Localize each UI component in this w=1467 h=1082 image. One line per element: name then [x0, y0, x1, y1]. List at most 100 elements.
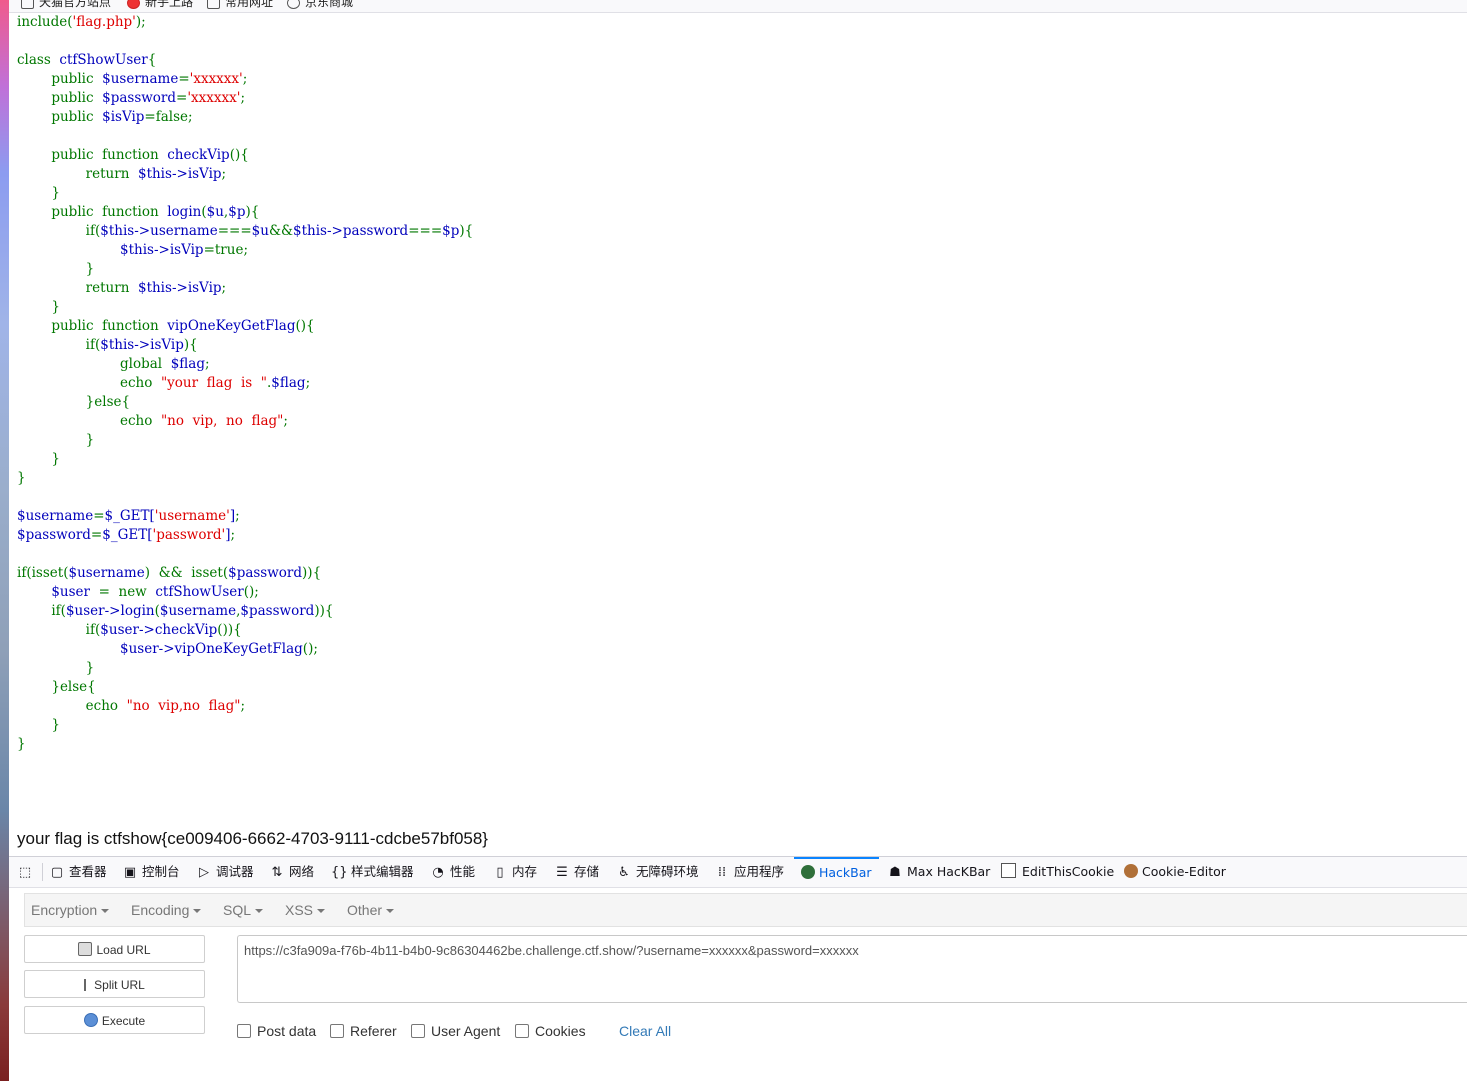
caret-down-icon: [255, 909, 264, 914]
referer-checkbox[interactable]: [330, 1024, 344, 1038]
globe-icon: [287, 0, 300, 9]
menu-sql[interactable]: SQL: [223, 894, 264, 926]
code-line: include('flag.php');: [17, 14, 146, 30]
url-input[interactable]: https://c3fa909a-f76b-4b11-b4b0-9c863044…: [237, 935, 1467, 1003]
storage-icon: ☰: [556, 865, 568, 880]
code-line: }: [51, 717, 60, 733]
code-line: if($user->login($username,$password)){: [51, 603, 334, 619]
tab-console[interactable]: ▣ 控制台: [122, 857, 180, 887]
desktop-background-strip: [0, 0, 9, 1081]
code-line: public function vipOneKeyGetFlag(){: [51, 318, 315, 334]
code-line: echo "your flag is ".$flag;: [120, 375, 311, 391]
code-line: $this->isVip=true;: [17, 242, 248, 258]
execute-button[interactable]: Execute: [24, 1006, 205, 1034]
load-url-icon: [78, 942, 93, 956]
accessibility-icon: ♿: [618, 865, 630, 880]
max-hackbar-icon: ☗: [889, 865, 901, 880]
bookmarks-bar: 天猫官方站点 新手上路 常用网址 京东商城: [9, 0, 1467, 13]
option-user-agent[interactable]: User Agent: [411, 1023, 500, 1039]
option-post-data[interactable]: Post data: [237, 1023, 316, 1039]
picker-icon: ⬚: [18, 865, 32, 880]
folder-icon: [207, 0, 220, 9]
code-line: public $password='xxxxxx';: [51, 90, 246, 106]
option-cookies[interactable]: Cookies: [515, 1023, 586, 1039]
code-line: }: [85, 261, 95, 277]
code-line: echo "no vip, no flag";: [120, 413, 288, 429]
caret-down-icon: [317, 909, 326, 914]
memory-icon: ▯: [496, 865, 504, 880]
tab-max-hackbar[interactable]: ☗ Max HacKBar: [887, 857, 990, 887]
bookmark-item[interactable]: 常用网址: [207, 0, 273, 10]
devtools-panel: ⬚ ▢ 查看器 ▣ 控制台 ▷ 调试器 ⇅ 网络 {} 样式编辑器 ◔ 性能 ▯ 内存 ☰ 存储…: [9, 856, 1467, 1082]
tab-storage[interactable]: ☰ 存储: [554, 857, 599, 887]
code-line: return $this->isVip;: [85, 166, 227, 182]
console-icon: ▣: [123, 865, 137, 880]
cookie-icon: [1124, 864, 1138, 878]
performance-icon: ◔: [432, 865, 444, 880]
hackbar-icon: [801, 865, 815, 879]
folder-icon: [21, 0, 34, 9]
code-line: }: [51, 185, 60, 201]
tab-performance[interactable]: ◔ 性能: [430, 857, 475, 887]
user-agent-checkbox[interactable]: [411, 1024, 425, 1038]
code-line: global $flag;: [120, 356, 210, 372]
cookies-checkbox[interactable]: [515, 1024, 529, 1038]
php-source-code: include('flag.php'); class ctfShowUser{ …: [17, 13, 473, 754]
code-line: }: [17, 736, 26, 752]
post-data-checkbox[interactable]: [237, 1024, 251, 1038]
code-line: class ctfShowUser{: [17, 52, 157, 68]
code-line: $user = new ctfShowUser();: [17, 584, 259, 600]
code-line: if($this->username===$u&&$this->password…: [85, 223, 474, 239]
caret-down-icon: [101, 909, 110, 914]
tab-hackbar[interactable]: HackBar: [794, 857, 879, 889]
debugger-icon: ▷: [199, 865, 209, 880]
code-line: $user->vipOneKeyGetFlag();: [17, 641, 318, 657]
menu-other[interactable]: Other: [347, 894, 395, 926]
code-line: }: [51, 451, 60, 467]
code-line: return $this->isVip;: [85, 280, 227, 296]
editthiscookie-icon: [1001, 863, 1016, 878]
code-line: public function login($u,$p){: [51, 204, 260, 220]
devtools-toolbar: ⬚ ▢ 查看器 ▣ 控制台 ▷ 调试器 ⇅ 网络 {} 样式编辑器 ◔ 性能 ▯ 内存 ☰ 存储…: [9, 857, 1467, 888]
load-url-button[interactable]: Load URL: [24, 935, 205, 963]
inspector-icon: ▢: [50, 865, 64, 880]
code-line: if(isset($username) && isset($password))…: [17, 565, 322, 581]
code-line: $username=$_GET['username'];: [17, 508, 240, 524]
bookmark-item[interactable]: 新手上路: [127, 0, 193, 10]
firefox-icon: [127, 0, 140, 9]
flag-output: your flag is ctfshow{ce009406-6662-4703-…: [17, 829, 488, 848]
play-icon: [83, 1013, 98, 1027]
tab-network[interactable]: ⇅ 网络: [269, 857, 314, 887]
code-line: }: [17, 470, 26, 486]
style-editor-icon: {}: [331, 865, 348, 880]
network-icon: ⇅: [271, 865, 283, 880]
scissors-icon: [84, 979, 90, 991]
clear-all-link[interactable]: Clear All: [619, 1023, 671, 1039]
hackbar-menu: Encryption Encoding SQL XSS Other: [24, 893, 1467, 927]
bookmark-item[interactable]: 天猫官方站点: [21, 0, 111, 10]
code-line: }: [85, 432, 95, 448]
caret-down-icon: [193, 909, 202, 914]
application-icon: ⁞⁞: [717, 865, 727, 880]
tab-memory[interactable]: ▯ 内存: [492, 857, 537, 887]
code-line: public $isVip=false;: [51, 109, 193, 125]
tab-cookie-editor[interactable]: Cookie-Editor: [1124, 857, 1226, 887]
menu-encryption[interactable]: Encryption: [31, 894, 110, 926]
bookmark-item[interactable]: 京东商城: [287, 0, 353, 10]
menu-encoding[interactable]: Encoding: [131, 894, 202, 926]
option-referer[interactable]: Referer: [330, 1023, 397, 1039]
tab-style-editor[interactable]: {} 样式编辑器: [331, 857, 414, 887]
menu-xss[interactable]: XSS: [285, 894, 326, 926]
tab-editthiscookie[interactable]: EditThisCookie: [1001, 857, 1114, 887]
tab-application[interactable]: ⁞⁞ 应用程序: [714, 857, 784, 887]
code-line: $password=$_GET['password'];: [17, 527, 236, 543]
split-url-button[interactable]: Split URL: [24, 970, 205, 998]
tab-debugger[interactable]: ▷ 调试器: [196, 857, 254, 887]
code-line: if($this->isVip){: [85, 337, 198, 353]
code-line: }: [51, 299, 60, 315]
code-line: }else{: [51, 679, 96, 695]
element-picker-button[interactable]: ⬚: [17, 857, 37, 887]
tab-inspector[interactable]: ▢ 查看器: [49, 857, 107, 887]
caret-down-icon: [386, 909, 395, 914]
tab-accessibility[interactable]: ♿ 无障碍环境: [616, 857, 698, 887]
